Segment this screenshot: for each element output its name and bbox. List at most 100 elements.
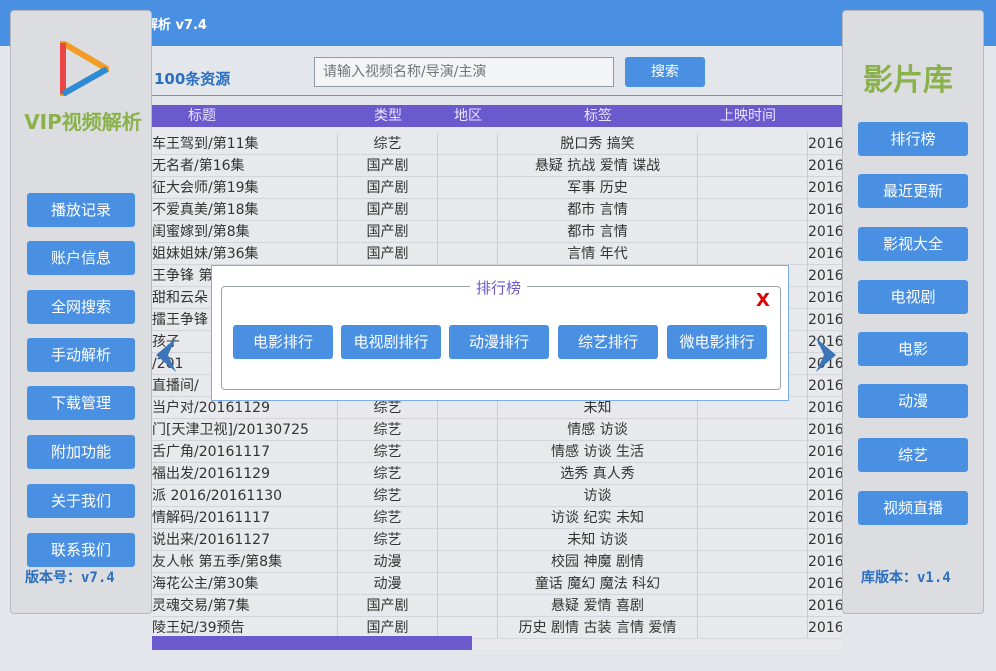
table-row[interactable]: 姐妹姐妹/第36集 国产剧 言情 年代 2016	[152, 243, 842, 265]
cell-tags: 校园 神魔 剧情	[498, 551, 698, 573]
cell-tags: 访谈	[498, 485, 698, 507]
cell-tags: 历史 剧情 古装 言情 爱情	[498, 617, 698, 639]
cell-year: 2016	[808, 400, 842, 416]
cell-tags: 悬疑 抗战 爱情 谍战	[498, 155, 698, 177]
cell-tags: 都市 言情	[498, 199, 698, 221]
header-region[interactable]: 地区	[438, 105, 498, 127]
horizontal-scrollbar[interactable]	[152, 636, 472, 650]
cell-type: 国产剧	[338, 177, 438, 199]
search-button[interactable]: 搜索	[625, 57, 705, 87]
header-release-date[interactable]: 上映时间	[698, 105, 798, 127]
table-row[interactable]: 不爱真美/第18集 国产剧 都市 言情 2016	[152, 199, 842, 221]
table-row[interactable]: 说出来/20161127 综艺 未知 访谈 2016	[152, 529, 842, 551]
movies-button[interactable]: 电影	[858, 332, 968, 366]
cell-title: 车王驾到/第11集	[152, 133, 338, 155]
cell-date	[698, 243, 808, 265]
cell-type: 综艺	[338, 485, 438, 507]
play-history-button[interactable]: 播放记录	[27, 193, 135, 227]
cell-year: 2016	[808, 554, 842, 570]
cell-title: 派 2016/20161130	[152, 485, 338, 507]
logo-text: VIP视频解析	[24, 110, 142, 134]
right-sidebar: 影片库 排行榜 最近更新 影视大全 电视剧 电影 动漫 综艺 视频直播 库版本：…	[842, 10, 984, 614]
account-info-button[interactable]: 账户信息	[27, 241, 135, 275]
header-type[interactable]: 类型	[338, 105, 438, 127]
cell-tags: 言情 年代	[498, 243, 698, 265]
cell-year: 2016	[808, 202, 842, 218]
cell-region	[438, 485, 498, 507]
ranking-button[interactable]: 排行榜	[858, 122, 968, 156]
cell-date	[698, 485, 808, 507]
header-tags[interactable]: 标签	[498, 105, 698, 127]
cell-type: 动漫	[338, 573, 438, 595]
cell-year: 2016	[808, 576, 842, 592]
search-input[interactable]	[314, 57, 614, 87]
dialog-close-button[interactable]: X	[756, 290, 770, 311]
cell-tags: 情感 访谈	[498, 419, 698, 441]
anime-button[interactable]: 动漫	[858, 384, 968, 418]
table-row[interactable]: 派 2016/20161130 综艺 访谈 2016	[152, 485, 842, 507]
cell-date	[698, 529, 808, 551]
cell-title: 友人帐 第五季/第8集	[152, 551, 338, 573]
cell-tags: 未知 访谈	[498, 529, 698, 551]
prev-arrow-icon[interactable]	[156, 338, 176, 372]
cell-type: 国产剧	[338, 221, 438, 243]
table-row[interactable]: 海花公主/第30集 动漫 童话 魔幻 魔法 科幻 2016	[152, 573, 842, 595]
cell-region	[438, 529, 498, 551]
cell-type: 国产剧	[338, 595, 438, 617]
tv-series-button[interactable]: 电视剧	[858, 280, 968, 314]
extra-features-button[interactable]: 附加功能	[27, 435, 135, 469]
anime-ranking-button[interactable]: 动漫排行	[449, 325, 549, 359]
live-video-button[interactable]: 视频直播	[858, 491, 968, 525]
cell-title: 灵魂交易/第7集	[152, 595, 338, 617]
cell-date	[698, 419, 808, 441]
cell-type: 综艺	[338, 133, 438, 155]
cell-date	[698, 595, 808, 617]
cell-date	[698, 133, 808, 155]
movie-ranking-button[interactable]: 电影排行	[233, 325, 333, 359]
cell-region	[438, 155, 498, 177]
table-row[interactable]: 灵魂交易/第7集 国产剧 悬疑 爱情 喜剧 2016	[152, 595, 842, 617]
movie-library-button[interactable]: 影视大全	[858, 227, 968, 261]
table-row[interactable]: 征大会师/第19集 国产剧 军事 历史 2016	[152, 177, 842, 199]
cell-tags: 情感 访谈 生活	[498, 441, 698, 463]
cell-date	[698, 573, 808, 595]
table-row[interactable]: 门[天津卫视]/20130725 综艺 情感 访谈 2016	[152, 419, 842, 441]
micro-film-ranking-button[interactable]: 微电影排行	[667, 325, 767, 359]
variety-ranking-button[interactable]: 综艺排行	[558, 325, 658, 359]
cell-year: 2016	[808, 598, 842, 614]
contact-us-button[interactable]: 联系我们	[27, 533, 135, 567]
cell-tags: 脱口秀 搞笑	[498, 133, 698, 155]
cell-year: 2016	[808, 246, 842, 262]
cell-year: 2016	[808, 466, 842, 482]
table-row[interactable]: 友人帐 第五季/第8集 动漫 校园 神魔 剧情 2016	[152, 551, 842, 573]
table-row[interactable]: 无名者/第16集 国产剧 悬疑 抗战 爱情 谍战 2016	[152, 155, 842, 177]
resource-count: 100条资源	[154, 70, 231, 88]
manual-parse-button[interactable]: 手动解析	[27, 338, 135, 372]
table-row[interactable]: 福出发/20161129 综艺 选秀 真人秀 2016	[152, 463, 842, 485]
cell-date	[698, 155, 808, 177]
cell-region	[438, 199, 498, 221]
cell-year: 2016	[808, 290, 842, 306]
table-row[interactable]: 舌广角/20161117 综艺 情感 访谈 生活 2016	[152, 441, 842, 463]
cell-type: 国产剧	[338, 199, 438, 221]
cell-region	[438, 441, 498, 463]
tv-ranking-button[interactable]: 电视剧排行	[341, 325, 441, 359]
variety-button[interactable]: 综艺	[858, 438, 968, 472]
table-row[interactable]: 闺蜜嫁到/第8集 国产剧 都市 言情 2016	[152, 221, 842, 243]
cell-region	[438, 133, 498, 155]
left-sidebar: VIP视频解析 播放记录 账户信息 全网搜索 手动解析 下载管理 附加功能 关于…	[10, 10, 152, 614]
divider	[152, 95, 842, 96]
table-row[interactable]: 情解码/20161117 综艺 访谈 纪实 未知 2016	[152, 507, 842, 529]
about-us-button[interactable]: 关于我们	[27, 484, 135, 518]
cell-title: 姐妹姐妹/第36集	[152, 243, 338, 265]
cell-region	[438, 419, 498, 441]
cell-date	[698, 507, 808, 529]
header-title[interactable]: 标题	[152, 105, 252, 127]
cell-region	[438, 243, 498, 265]
download-manager-button[interactable]: 下载管理	[27, 386, 135, 420]
next-arrow-icon[interactable]	[816, 338, 836, 372]
recent-updates-button[interactable]: 最近更新	[858, 174, 968, 208]
cell-region	[438, 551, 498, 573]
web-search-button[interactable]: 全网搜索	[27, 290, 135, 324]
table-row[interactable]: 车王驾到/第11集 综艺 脱口秀 搞笑 2016	[152, 133, 842, 155]
